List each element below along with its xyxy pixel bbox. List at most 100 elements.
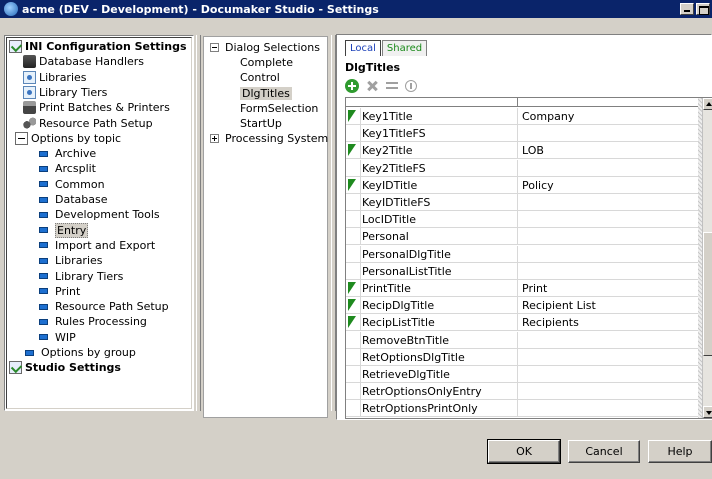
table-row[interactable]: RecipListTitle Recipients [346, 314, 704, 332]
table-row[interactable]: KeyIDTitle Policy [346, 176, 704, 194]
table-row[interactable]: LocIDTitle [346, 211, 704, 229]
setting-name: Key2TitleFS [362, 161, 426, 175]
tree-item-label: INI Configuration Settings [25, 40, 187, 53]
tree-topic-2[interactable]: Common [37, 177, 105, 192]
topic-tree-panel[interactable]: Dialog Selections Complete Control DlgTitle… [203, 36, 328, 418]
row-marker-icon [346, 177, 360, 193]
tree-item-2[interactable]: Library Tiers [23, 85, 107, 100]
setting-value[interactable]: Company [522, 110, 574, 123]
table-row[interactable]: Key1Title Company [346, 108, 704, 125]
setting-value[interactable]: Policy [522, 179, 554, 192]
move-icon[interactable] [385, 79, 399, 93]
tree-topic-6[interactable]: Import and Export [37, 238, 155, 253]
tab-local[interactable]: Local [345, 40, 381, 56]
scroll-down-icon[interactable] [703, 406, 712, 418]
tree-topic-1[interactable]: Arcsplit [37, 161, 96, 176]
topic-item-label: FormSelection [240, 101, 319, 115]
tree-topic-7[interactable]: Libraries [37, 253, 103, 268]
table-row[interactable]: PersonalDlgTitle [346, 245, 704, 263]
ok-button[interactable]: OK [487, 439, 561, 464]
library-icon [23, 70, 36, 84]
topic-item-1[interactable]: Control [240, 70, 280, 85]
tree-topic-12[interactable]: WIP [37, 330, 76, 345]
table-row[interactable]: RetOptionsDlgTitle [346, 348, 704, 366]
setting-value[interactable]: Print [522, 282, 547, 295]
topic-item-3[interactable]: FormSelection [240, 101, 318, 116]
topic-item-label: Processing System [225, 132, 329, 146]
row-marker-icon [346, 160, 360, 176]
title-bar[interactable]: acme (DEV - Development) - Documaker Stu… [0, 0, 712, 18]
row-marker-icon [346, 314, 360, 330]
tree-topic-11[interactable]: Rules Processing [37, 314, 147, 329]
tree-item-ini-config[interactable]: INI Configuration Settings [9, 39, 187, 54]
setting-name: RetrOptionsOnlyEntry [362, 385, 482, 399]
table-row[interactable]: Key1TitleFS [346, 125, 704, 143]
tree-topic-9[interactable]: Print [37, 284, 80, 299]
add-icon[interactable] [345, 79, 359, 93]
table-row[interactable]: RetrOptionsOnlyEntry [346, 383, 704, 401]
setting-value[interactable]: Recipient List [522, 299, 596, 312]
table-row[interactable]: PrintTitle Print [346, 280, 704, 297]
tree-topic-8[interactable]: Library Tiers [37, 269, 123, 284]
topic-icon [39, 273, 48, 279]
window-title: acme (DEV - Development) - Documaker Stu… [22, 2, 379, 16]
row-marker-icon [346, 297, 360, 313]
tree-topic-0[interactable]: Archive [37, 146, 96, 161]
table-row[interactable]: KeyIDTitleFS [346, 194, 704, 211]
topic-item-4[interactable]: StartUp [240, 116, 282, 131]
tree-item-label: Development Tools [55, 208, 160, 222]
table-row[interactable]: PersonalListTitle [346, 262, 704, 280]
expand-icon[interactable] [210, 134, 219, 144]
delete-icon[interactable] [365, 79, 379, 93]
splitter-left[interactable] [196, 35, 201, 411]
path-icon [23, 116, 36, 130]
tree-topic-4[interactable]: Development Tools [37, 207, 160, 222]
table-row[interactable]: RemoveBtnTitle [346, 331, 704, 349]
topic-icon [39, 334, 48, 341]
row-marker-icon [346, 228, 360, 244]
settings-tree-panel[interactable]: INI Configuration Settings Database Handl… [4, 35, 194, 411]
table-row[interactable]: RetrieveDlgTitle [346, 366, 704, 383]
tree-item-studio-settings[interactable]: Studio Settings [9, 360, 121, 375]
topic-icon [39, 288, 48, 295]
section-title: DlgTitles [345, 61, 401, 74]
setting-name: PersonalDlgTitle [362, 247, 451, 261]
row-marker-icon [346, 142, 360, 158]
topic-group-dialog-selections[interactable]: Dialog Selections [210, 40, 320, 55]
setting-value[interactable]: Recipients [522, 316, 579, 329]
maximize-button[interactable] [696, 3, 710, 15]
tree-topic-5[interactable]: Entry [37, 222, 89, 238]
tree-topic-3[interactable]: Database [37, 192, 108, 207]
tree-item-1[interactable]: Libraries [23, 70, 87, 85]
grid-scrollbar[interactable] [702, 98, 712, 418]
settings-detail-panel: Local Shared DlgTitles Key1Title Company K… [336, 34, 712, 420]
tree-item-4[interactable]: Resource Path Setup [23, 116, 153, 131]
collapse-icon[interactable] [210, 43, 219, 52]
table-row[interactable]: RecipDlgTitle Recipient List [346, 297, 704, 315]
scroll-thumb[interactable] [703, 232, 712, 356]
help-button[interactable]: Help [648, 440, 712, 463]
scroll-up-icon[interactable] [703, 98, 712, 110]
tree-item-5[interactable]: Options by topic [15, 131, 121, 146]
table-row[interactable]: Personal [346, 228, 704, 246]
minimize-button[interactable] [680, 3, 694, 15]
tree-topic-10[interactable]: Resource Path Setup [37, 299, 169, 314]
tree-item-label: Options by group [41, 346, 136, 359]
table-row[interactable]: RetrOptionsPrintOnly [346, 400, 704, 418]
tab-shared[interactable]: Shared [381, 40, 428, 56]
tree-item-3[interactable]: Print Batches & Printers [23, 100, 170, 115]
topic-item-0[interactable]: Complete [240, 55, 293, 70]
tree-item-0[interactable]: Database Handlers [23, 54, 144, 69]
tree-item-label: Arcsplit [55, 162, 96, 176]
topic-group-processing-system[interactable]: Processing System [210, 131, 328, 146]
table-row[interactable]: Key2TitleFS [346, 159, 704, 177]
tree-item-label: Options by topic [31, 131, 122, 145]
cancel-button[interactable]: Cancel [568, 440, 640, 463]
tree-item-options-by-group[interactable]: Options by group [23, 345, 136, 360]
setting-value[interactable]: LOB [522, 144, 544, 157]
table-row[interactable]: Key2Title LOB [346, 142, 704, 160]
info-icon[interactable] [405, 80, 417, 92]
topic-icon [39, 181, 48, 188]
row-marker-icon [346, 108, 360, 124]
topic-item-2[interactable]: DlgTitles [240, 86, 292, 101]
